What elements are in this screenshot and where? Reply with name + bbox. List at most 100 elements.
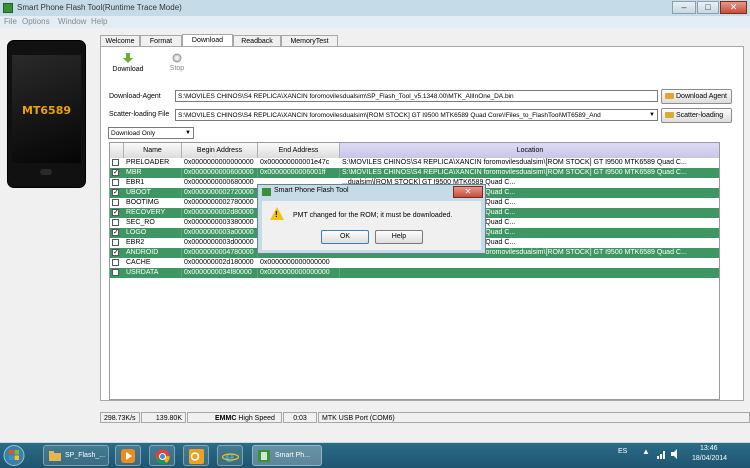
- cell-begin: 0x0000000034f80000: [182, 268, 258, 278]
- window-title: Smart Phone Flash Tool(Runtime Trace Mod…: [17, 3, 182, 12]
- column-header-begin[interactable]: Begin Address: [182, 143, 258, 158]
- taskbar-chrome[interactable]: [149, 445, 175, 466]
- cell-end: 0x000000000001e47c: [260, 159, 330, 166]
- cell-name: CACHE: [126, 259, 151, 266]
- dialog-app-icon: [262, 188, 271, 196]
- row-checkbox[interactable]: [112, 179, 119, 186]
- cell-begin: 0x0000000000600000: [182, 168, 258, 178]
- clock-date[interactable]: 18/04/2014: [692, 455, 727, 462]
- tray-chevron-icon[interactable]: ▲: [642, 447, 650, 456]
- status-storage: EMMC: [215, 415, 237, 422]
- language-indicator[interactable]: ES: [618, 448, 627, 455]
- chevron-down-icon: ▼: [649, 112, 655, 118]
- network-icon[interactable]: [657, 449, 667, 459]
- taskbar-outlook[interactable]: [183, 445, 209, 466]
- status-time: 0:03: [283, 412, 317, 423]
- chrome-icon: [155, 449, 170, 464]
- phone-screen: MT6589: [12, 55, 81, 163]
- menu-options[interactable]: Options: [22, 17, 50, 26]
- row-checkbox[interactable]: [112, 269, 119, 276]
- table-row[interactable]: ✓ MBR 0x0000000000600000 0x00000000006001ff…: [110, 168, 719, 178]
- cell-location: S:\MOVILES CHINOS\S4 REPLICA\XANCIN foro…: [340, 168, 719, 178]
- table-row[interactable]: PRELOADER 0x0000000000000000 0x00000000000…: [110, 158, 719, 168]
- download-agent-button[interactable]: Download Agent: [661, 89, 732, 104]
- taskbar-media-player[interactable]: [115, 445, 141, 466]
- menu-file[interactable]: File: [4, 17, 17, 26]
- cell-begin: 0x0000000003380000: [184, 219, 254, 226]
- table-row[interactable]: CACHE 0x000000002d180000 0x000000000000000…: [110, 258, 719, 268]
- taskbar-item-sp-flash[interactable]: SP_Flash_...: [43, 445, 109, 466]
- cell-name: EBR1: [126, 179, 145, 186]
- folder-icon: [665, 93, 674, 99]
- column-header-location[interactable]: Location: [340, 143, 719, 158]
- cell-begin: 0x0000000004780000: [182, 248, 258, 258]
- flash-tool-icon: [258, 450, 270, 462]
- warning-mark: !: [275, 210, 278, 219]
- title-bar: Smart Phone Flash Tool(Runtime Trace Mod…: [0, 0, 750, 16]
- minimize-button[interactable]: –: [672, 1, 696, 14]
- cell-name: EBR2: [126, 239, 145, 246]
- close-button[interactable]: ✕: [720, 1, 747, 14]
- cell-end: 0x0000000000000000: [258, 268, 340, 278]
- dialog-message: PMT changed for the ROM; it must be down…: [293, 212, 453, 219]
- table-row[interactable]: USRDATA 0x0000000034f80000 0x0000000000000…: [110, 268, 719, 278]
- scatter-loading-button[interactable]: Scatter-loading: [661, 108, 732, 123]
- scatter-loading-button-label: Scatter-loading: [676, 112, 724, 119]
- folder-icon: [49, 451, 61, 461]
- row-checkbox[interactable]: ✓: [112, 209, 119, 216]
- svg-text:e: e: [225, 448, 235, 465]
- status-speed-mode: High Speed: [238, 415, 275, 422]
- dialog-close-button[interactable]: ✕: [453, 186, 483, 198]
- ok-button[interactable]: OK: [321, 230, 369, 244]
- tab-readback[interactable]: Readback: [233, 35, 281, 46]
- row-checkbox[interactable]: [112, 159, 119, 166]
- row-checkbox[interactable]: [112, 199, 119, 206]
- column-header-name[interactable]: Name: [124, 143, 182, 158]
- mode-select[interactable]: Download Only ▼: [108, 127, 194, 139]
- row-checkbox[interactable]: [112, 259, 119, 266]
- status-port: MTK USB Port (COM6): [318, 412, 750, 423]
- row-checkbox[interactable]: [112, 219, 119, 226]
- cell-name: ANDROID: [124, 248, 182, 258]
- stop-tool-button[interactable]: Stop: [160, 53, 194, 72]
- folder-icon: [665, 112, 674, 118]
- download-tool-button[interactable]: Download: [106, 53, 150, 73]
- mode-select-value: Download Only: [111, 130, 156, 137]
- cell-location: S:\MOVILES CHINOS\S4 REPLICA\XANCIN foro…: [342, 159, 687, 166]
- tab-welcome[interactable]: Welcome: [100, 35, 140, 46]
- scatter-file-label: Scatter-loading File: [109, 111, 170, 118]
- scatter-file-path[interactable]: S:\MOVILES CHINOS\S4 REPLICA\XANCIN foro…: [175, 109, 658, 121]
- cell-name: MBR: [124, 168, 182, 178]
- tab-format[interactable]: Format: [140, 35, 182, 46]
- taskbar-item-smart-phone[interactable]: Smart Ph...: [252, 445, 322, 466]
- maximize-button[interactable]: □: [697, 1, 719, 14]
- menu-bar: File Options Window Help: [0, 16, 750, 28]
- app-icon: [3, 3, 13, 13]
- row-checkbox[interactable]: ✓: [112, 169, 119, 176]
- volume-icon[interactable]: [671, 449, 681, 459]
- cell-name: RECOVERY: [124, 208, 182, 218]
- row-checkbox[interactable]: ✓: [112, 189, 119, 196]
- column-header-end[interactable]: End Address: [258, 143, 340, 158]
- tab-memorytest[interactable]: MemoryTest: [281, 35, 338, 46]
- download-agent-path[interactable]: S:\MOVILES CHINOS\S4 REPLICA\XANCIN foro…: [175, 90, 658, 102]
- cell-end: 0x00000000006001ff: [258, 168, 340, 178]
- menu-window[interactable]: Window: [58, 17, 86, 26]
- cell-name: SEC_RO: [126, 219, 155, 226]
- row-checkbox[interactable]: [112, 239, 119, 246]
- start-button[interactable]: [3, 445, 31, 466]
- windows-logo-icon: [3, 445, 25, 466]
- clock-time[interactable]: 13:46: [700, 445, 718, 452]
- menu-help[interactable]: Help: [91, 17, 107, 26]
- help-button[interactable]: Help: [375, 230, 423, 244]
- row-checkbox[interactable]: ✓: [112, 249, 119, 256]
- row-checkbox[interactable]: ✓: [112, 229, 119, 236]
- cell-begin: 0x0000000003a00000: [182, 228, 258, 238]
- taskbar-internet-explorer[interactable]: e: [217, 445, 243, 466]
- taskbar-item-label: SP_Flash_...: [65, 452, 106, 459]
- taskbar-item-label: Smart Ph...: [275, 452, 311, 459]
- stop-label: Stop: [169, 65, 185, 72]
- cell-name: LOGO: [124, 228, 182, 238]
- cell-begin: 0x000000002d180000: [184, 259, 254, 266]
- phone-image: MT6589: [7, 40, 86, 188]
